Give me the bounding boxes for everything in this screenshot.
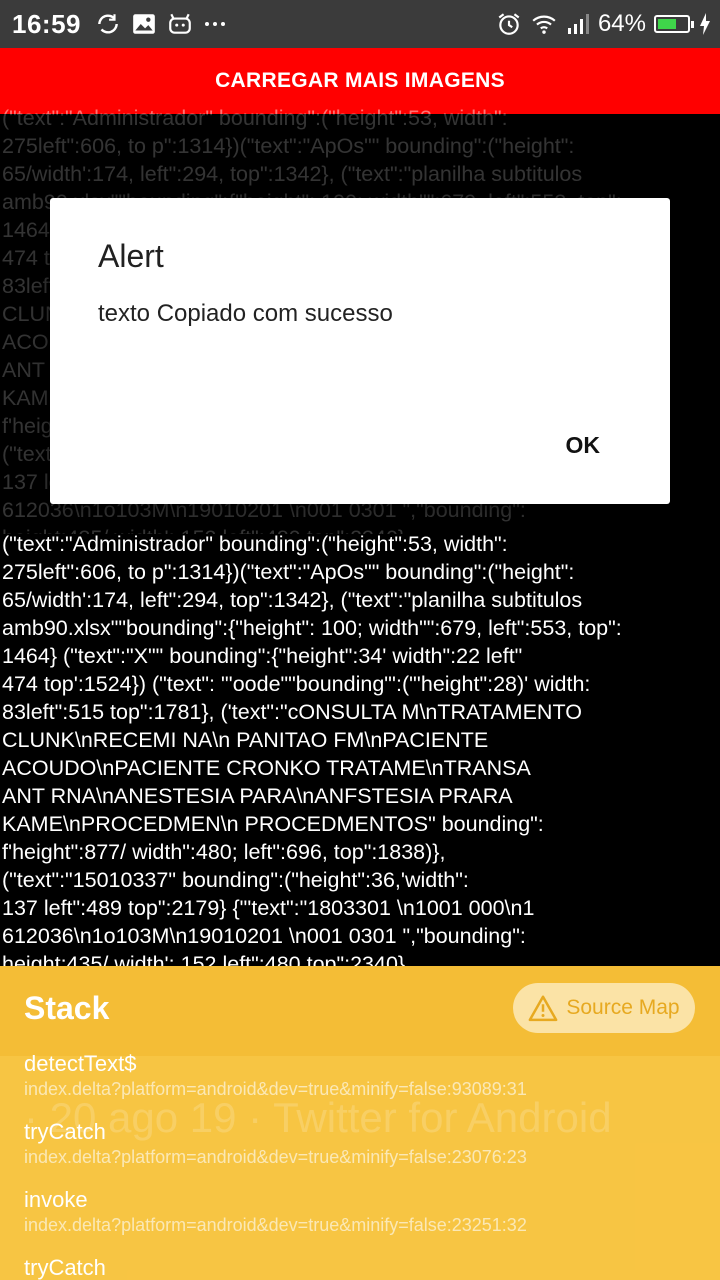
ocr-result-text: ("text":"Administrador" bounding":("heig… [2, 530, 718, 966]
stack-frame[interactable]: invoke index.delta?platform=android&dev=… [24, 1186, 527, 1254]
ocr-text-line: 474 top':1524}) ("text": "'oode""boundin… [2, 672, 591, 696]
alert-message: texto Copiado com sucesso [98, 300, 393, 327]
sync-icon [98, 14, 118, 34]
stack-frame[interactable]: detectText$ index.delta?platform=android… [24, 1050, 527, 1118]
alert-title: Alert [98, 238, 164, 274]
alert-ok-button[interactable]: OK [566, 432, 601, 459]
status-bar: 16:59 64% [0, 0, 720, 48]
ocr-text-line: 275left":606, to p":1314})("text":"ApOs"… [2, 560, 575, 584]
frame-function: invoke [24, 1187, 88, 1212]
ocr-text-line: 83left":515 top":1781}, ('text":"cONSULT… [2, 700, 582, 724]
ocr-text-line: ANT RNA\nANESTESIA PARA\nANFSTESIA PRARA [2, 784, 513, 808]
ocr-text-line: height:435/ width': 152 left":480 top":2… [2, 952, 406, 966]
ocr-text-line: ("text":"Administrador" bounding":("heig… [2, 532, 508, 556]
clock: 16:59 [12, 8, 81, 39]
more-icon [205, 22, 225, 26]
wifi-icon [532, 15, 556, 34]
ocr-text-line: KAME\nPROCEDMEN\n PROCEDMENTOS" bounding… [2, 812, 544, 836]
frame-location: index.delta?platform=android&dev=true&mi… [24, 1079, 527, 1099]
stack-frame[interactable]: tryCatch index.delta?platform=android&de… [24, 1118, 527, 1186]
alarm-icon [498, 13, 520, 35]
frame-location: index.delta?platform=android&dev=true&mi… [24, 1147, 527, 1167]
battery-level [658, 19, 676, 29]
ocr-text-line: f'height":877/ width":480; left":696, to… [2, 840, 446, 864]
source-map-label: Source Map [566, 996, 680, 1019]
stack-title: Stack [24, 990, 110, 1026]
ocr-text-line: 612036\n1o103M\n19010201 \n001 0301 ","b… [2, 924, 526, 948]
ocr-text-line: 137 left":489 top":2179} {"'text":"18033… [2, 896, 535, 920]
notification-icons [95, 11, 227, 37]
android-icon [169, 13, 191, 34]
battery-percent: 64% [597, 10, 646, 37]
ocr-text-line: 1464} ("text":"X"" bounding":{"height":3… [2, 644, 523, 668]
warning-icon [529, 995, 558, 1022]
charging-icon [700, 13, 710, 35]
stack-frame[interactable]: tryCatch [24, 1254, 527, 1280]
ocr-text-line: ACOUDO\nPACIENTE CRONKO TRATAME\nTRANSA [2, 756, 531, 780]
frame-function: tryCatch [24, 1255, 106, 1280]
source-map-button[interactable]: Source Map [513, 983, 695, 1033]
ocr-text-line: 65/width':174, left":294, top":1342}, ("… [2, 588, 583, 612]
alert-dialog: Alert texto Copiado com sucesso OK [50, 198, 670, 504]
system-icons: 64% [496, 0, 712, 48]
error-stack-panel: · 20 ago 19 · Twitter for Android Stack … [0, 966, 720, 1280]
ocr-text-line: ("text":"15010337" bounding":("height":3… [2, 868, 469, 892]
battery-icon [654, 15, 694, 33]
stack-frames: detectText$ index.delta?platform=android… [24, 1050, 527, 1280]
ocr-text-line: amb90.xlsx""bounding":{"height": 100; wi… [2, 616, 622, 640]
signal-icon [567, 14, 589, 34]
frame-function: detectText$ [24, 1051, 137, 1076]
frame-function: tryCatch [24, 1119, 106, 1144]
frame-location: index.delta?platform=android&dev=true&mi… [24, 1215, 527, 1235]
image-icon [133, 14, 155, 34]
ocr-text-line: CLUNK\nRECEMI NA\n PANITAO FM\nPACIENTE [2, 728, 489, 752]
